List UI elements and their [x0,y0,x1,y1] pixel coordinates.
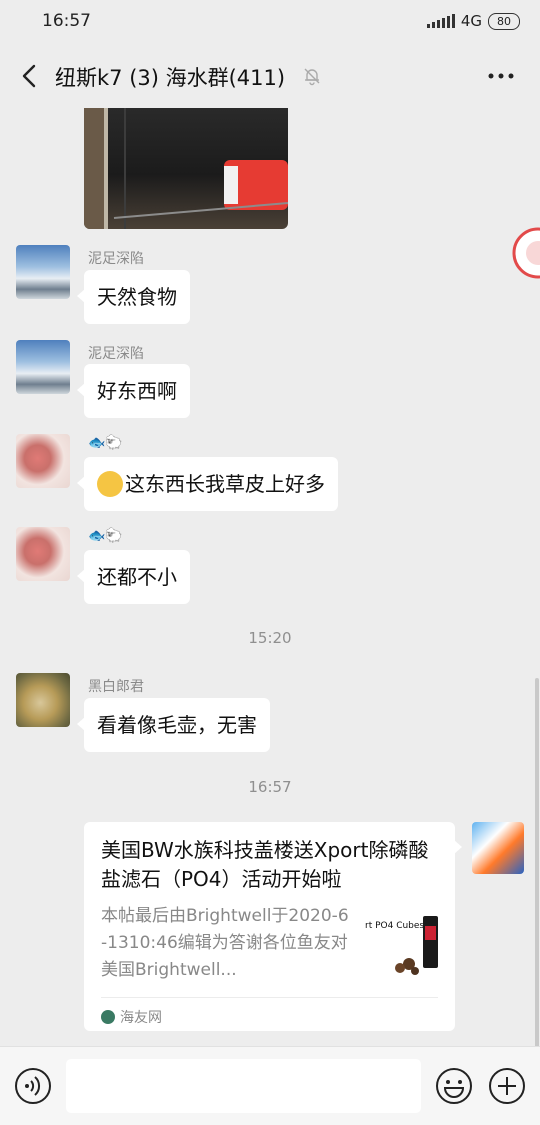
battery-icon: 80 [488,12,520,30]
link-card[interactable]: 美国BW水族科技盖楼送Xport除磷酸盐滤石（PO4）活动开始啦 本帖最后由Br… [84,822,462,1031]
message-bubble[interactable]: 看着像毛壶，无害 [77,698,270,752]
back-icon[interactable] [16,62,44,90]
card-description: 本帖最后由Brightwell于2020-6-1310:46编辑为答谢各位鱼友对… [101,906,349,980]
input-bar [0,1046,540,1125]
thumb-caption: rt PO4 Cubes [365,921,424,931]
message-input[interactable] [66,1059,421,1113]
source-logo-icon [101,1010,115,1024]
chat-title: 纽斯k7 (3) 海水群(411) [55,66,286,90]
status-bar: 16:57 4G 80 [0,0,540,44]
sender-name: 🐟🐑 [88,528,123,544]
message-text: 这东西长我草皮上好多 [125,472,325,496]
voice-icon[interactable] [14,1067,52,1105]
avatar[interactable] [16,340,70,394]
image-content [84,108,288,229]
chat-header: 纽斯k7 (3) 海水群(411) [0,44,540,108]
emoji-icon [97,470,123,497]
sender-name: 泥足深陷 [88,251,144,267]
timestamp: 15:20 [248,629,292,647]
image-message[interactable] [84,108,288,229]
message-bubble[interactable]: 还都不小 [77,550,190,604]
emoji-icon[interactable] [435,1067,473,1105]
card-source: 海友网 [101,1007,162,1027]
avatar[interactable] [16,527,70,581]
avatar[interactable] [16,245,70,299]
card-thumbnail: rt PO4 Cubes [365,914,441,978]
message-bubble[interactable]: 天然食物 [77,270,190,324]
mute-bell-icon [304,68,320,86]
status-time: 16:57 [42,11,91,31]
plus-icon[interactable] [488,1067,526,1105]
card-divider [101,997,438,998]
sender-name: 黑白郎君 [88,679,144,695]
avatar-self[interactable] [472,822,524,874]
sender-name: 🐟🐑 [88,435,123,451]
source-name: 海友网 [120,1010,162,1026]
avatar[interactable] [16,434,70,488]
scrollbar[interactable] [535,678,539,1046]
timestamp: 16:57 [248,778,292,796]
message-bubble[interactable]: 这东西长我草皮上好多 [77,457,338,511]
message-bubble[interactable]: 好东西啊 [77,364,190,418]
chat-messages[interactable]: 泥足深陷 天然食物 泥足深陷 好东西啊 🐟🐑 这东西长我草皮上好多 🐟🐑 还都不… [0,108,540,1046]
avatar[interactable] [16,673,70,727]
status-indicators: 4G 80 [426,12,520,30]
sender-name: 泥足深陷 [88,346,144,362]
card-title: 美国BW水族科技盖楼送Xport除磷酸盐滤石（PO4）活动开始啦 [101,838,429,891]
signal-icon [426,14,455,28]
floating-widget-icon[interactable] [508,223,540,283]
more-icon[interactable] [486,62,516,90]
network-type: 4G [460,12,482,30]
